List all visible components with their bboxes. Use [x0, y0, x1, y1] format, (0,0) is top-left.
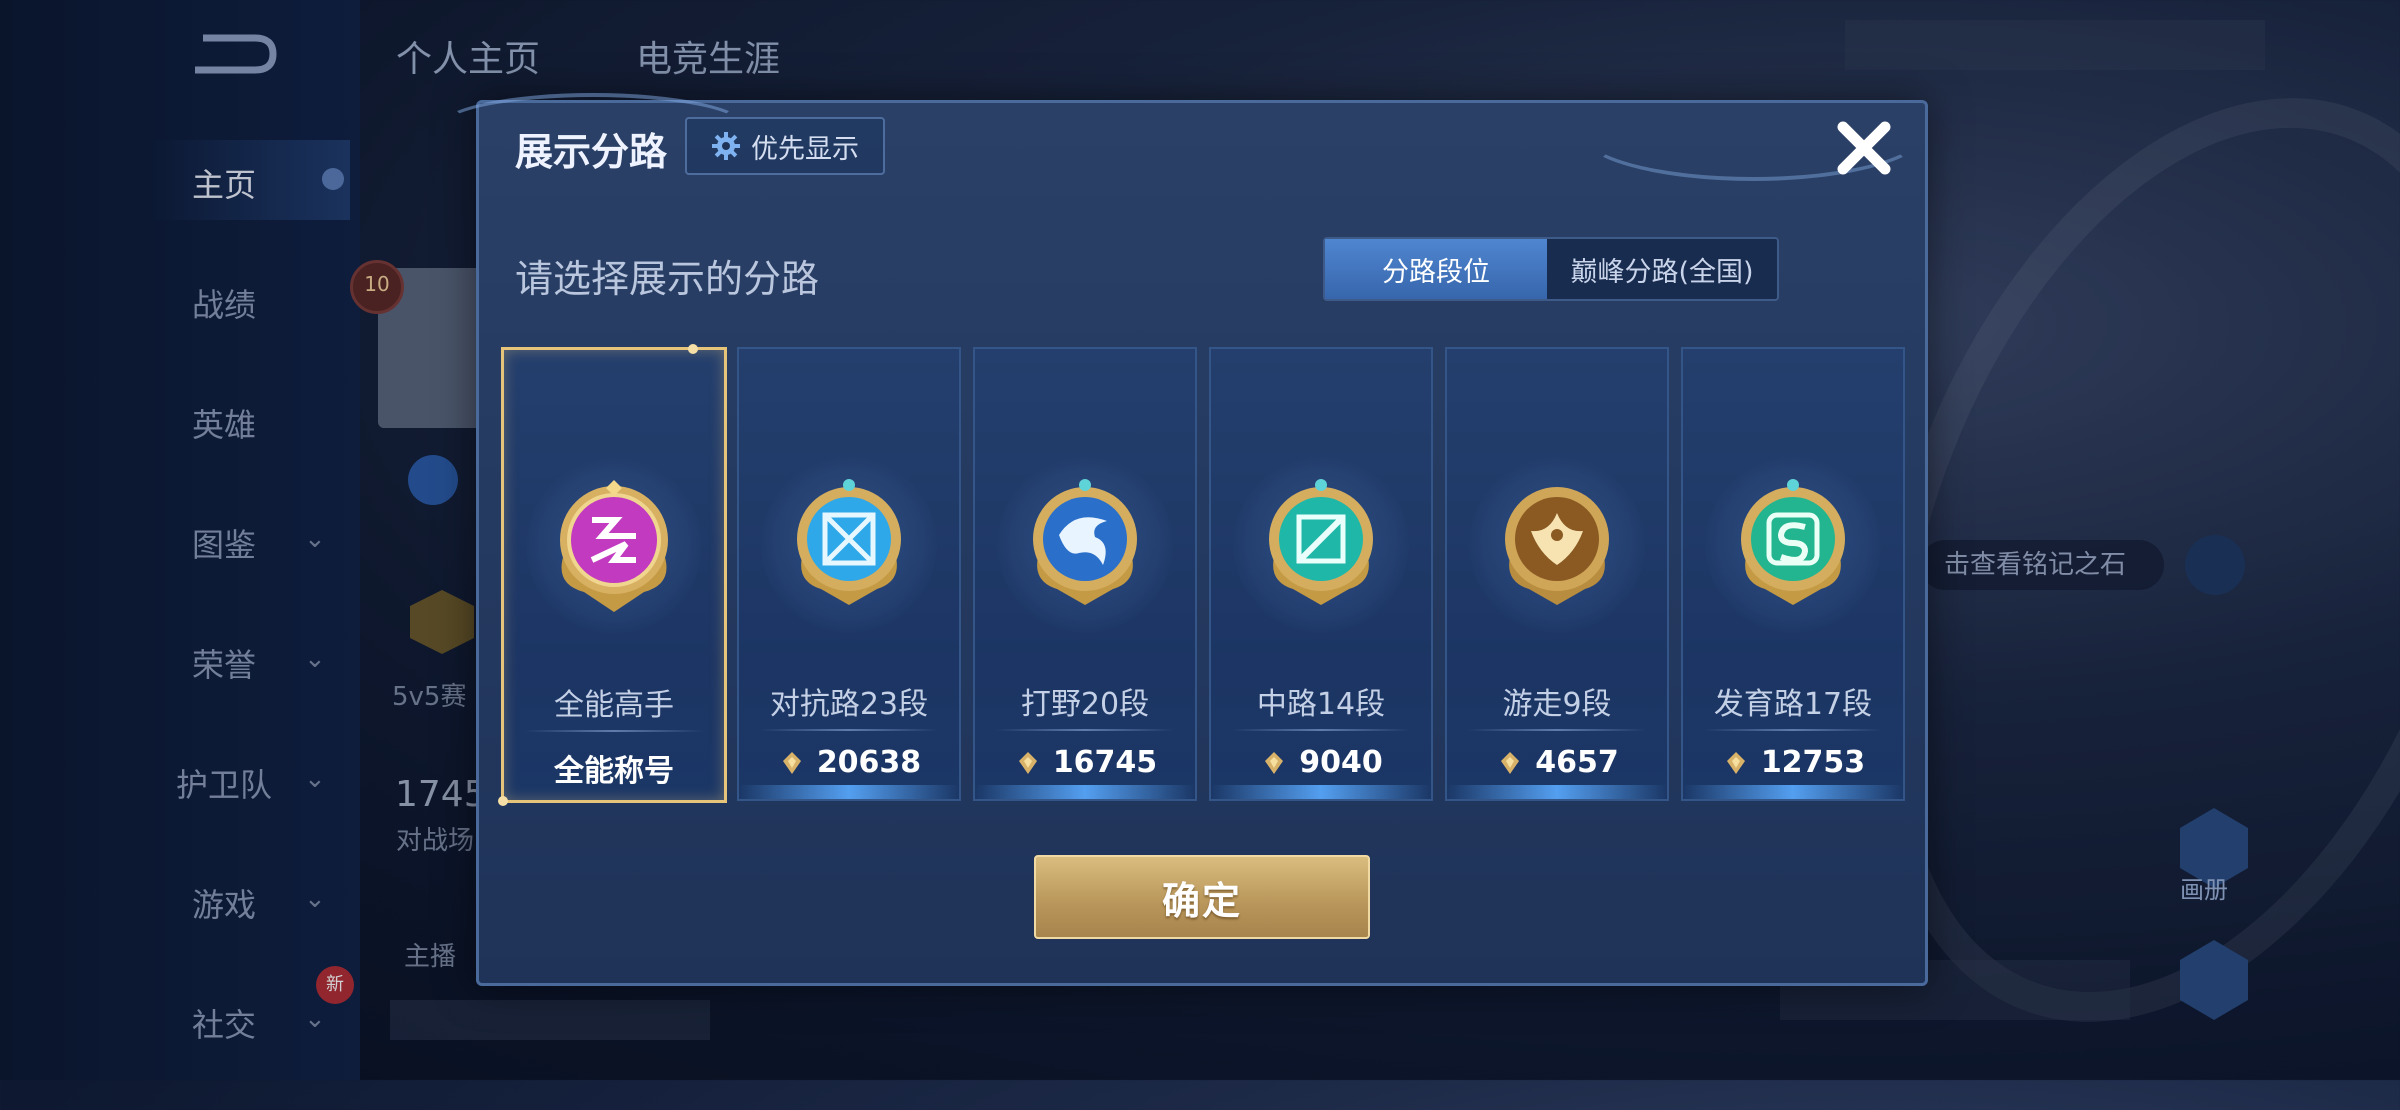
divider [524, 730, 704, 732]
jungle-emblem-icon [1033, 479, 1137, 605]
lane-score: 16745 [975, 745, 1195, 780]
lane-value: 全能称号 [554, 754, 674, 789]
all-round-emblem-icon [560, 480, 668, 612]
card-glow [1683, 785, 1903, 799]
toggle-peak-lane[interactable]: 巅峰分路(全国) [1547, 239, 1777, 299]
score-icon [1018, 751, 1037, 774]
lane-card-roam[interactable]: 游走9段 4657 [1445, 347, 1669, 801]
card-glow [739, 785, 959, 799]
score-icon [782, 751, 801, 774]
lane-score: 9040 [1211, 745, 1431, 780]
lane-card-clash[interactable]: 对抗路23段 20638 [737, 347, 961, 801]
divider [1467, 729, 1647, 731]
lane-card-all-round[interactable]: 全能高手 全能称号 [498, 344, 727, 806]
lane-name: 发育路17段 [1713, 687, 1873, 722]
card-glow [975, 785, 1195, 799]
lane-name: 中路14段 [1256, 687, 1386, 722]
toggle-lane-rank[interactable]: 分路段位 [1325, 239, 1547, 299]
selection-corner [688, 344, 698, 354]
divider [759, 729, 939, 731]
score-icon [1501, 751, 1520, 774]
lane-card-farm[interactable]: 发育路17段 12753 [1681, 347, 1905, 801]
lane-name: 全能高手 [554, 688, 674, 723]
confirm-button[interactable]: 确定 [1034, 855, 1370, 939]
divider [995, 729, 1175, 731]
priority-display-button[interactable]: 优先显示 [685, 117, 885, 175]
selection-corner [498, 796, 508, 806]
card-glow [1211, 785, 1431, 799]
lane-card-mid[interactable]: 中路14段 9040 [1209, 347, 1433, 801]
divider [1231, 729, 1411, 731]
dialog-title: 展示分路 [515, 130, 668, 174]
lane-score: 4657 [1447, 745, 1667, 780]
lane-card-list: 全能高手 全能称号 对抗路23段 20638 打野20段 16745 中路14段… [498, 344, 1905, 806]
score-icon [1265, 751, 1284, 774]
card-glow [1447, 785, 1667, 799]
lane-name: 打野20段 [1020, 687, 1150, 722]
lane-card-jungle[interactable]: 打野20段 16745 [973, 347, 1197, 801]
priority-display-label: 优先显示 [751, 133, 859, 165]
lane-mode-toggle: 分路段位 巅峰分路(全国) [1323, 237, 1779, 301]
lane-display-dialog: 展示分路 优先显示 请选择展示的分路 分路段位 巅峰分路(全国) 全能高手 全能… [439, 93, 1928, 986]
mid-lane-emblem-icon [1269, 479, 1373, 605]
lane-score: 12753 [1683, 745, 1903, 780]
dialog-subtitle: 请选择展示的分路 [515, 257, 820, 301]
divider [1703, 729, 1883, 731]
farm-lane-emblem-icon [1741, 479, 1845, 605]
lane-name: 对抗路23段 [769, 687, 929, 722]
clash-lane-emblem-icon [797, 479, 901, 605]
lane-name: 游走9段 [1502, 687, 1612, 722]
score-icon [1726, 751, 1745, 774]
lane-score: 20638 [739, 745, 959, 780]
gear-icon [712, 132, 740, 160]
roam-emblem-icon [1505, 487, 1609, 605]
close-icon[interactable] [1831, 115, 1897, 181]
